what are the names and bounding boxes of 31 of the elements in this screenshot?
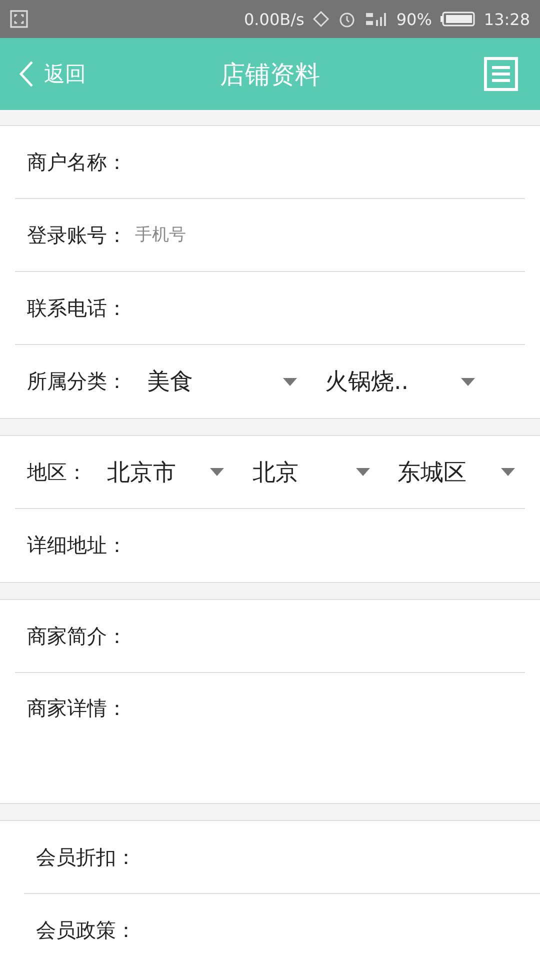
field-label: 详细地址： (27, 532, 127, 559)
field-label: 会员折扣： (36, 844, 136, 870)
screenshot-icon (10, 10, 28, 28)
field-label: 会员政策： (36, 917, 136, 944)
field-label: 商家详情： (27, 695, 127, 722)
field-label: 所属分类： (27, 368, 127, 395)
chevron-left-icon (18, 60, 34, 88)
field-label: 联系电话： (27, 294, 127, 322)
dropdown[interactable]: 东城区 (380, 456, 525, 488)
input-field[interactable]: 手机号 (133, 224, 525, 246)
dropdown[interactable]: 火锅烧.. (307, 366, 485, 397)
dropdown[interactable]: 北京市 (93, 456, 234, 488)
signal-icon (364, 10, 388, 28)
dropdown[interactable]: 美食 (133, 366, 307, 397)
field-label: 登录账号： (27, 222, 127, 248)
dropdown-arrow-icon (356, 468, 370, 476)
field-label: 地区： (27, 458, 87, 486)
dropdown-arrow-icon (461, 378, 475, 386)
menu-icon[interactable] (484, 57, 518, 91)
clock-time: 13:28 (484, 10, 530, 28)
network-speed: 0.00B/s (244, 10, 304, 28)
dropdown-arrow-icon (283, 378, 297, 386)
alarm-icon (338, 10, 356, 28)
dropdown-arrow-icon (210, 468, 224, 476)
dropdown[interactable]: 北京 (234, 456, 380, 488)
battery-percent: 90% (396, 10, 432, 28)
battery-icon (440, 11, 476, 27)
field-label: 商户名称： (27, 148, 127, 176)
page-title: 店铺资料 (220, 58, 320, 90)
field-label: 商家简介： (27, 622, 127, 650)
dropdown-arrow-icon (500, 468, 515, 476)
